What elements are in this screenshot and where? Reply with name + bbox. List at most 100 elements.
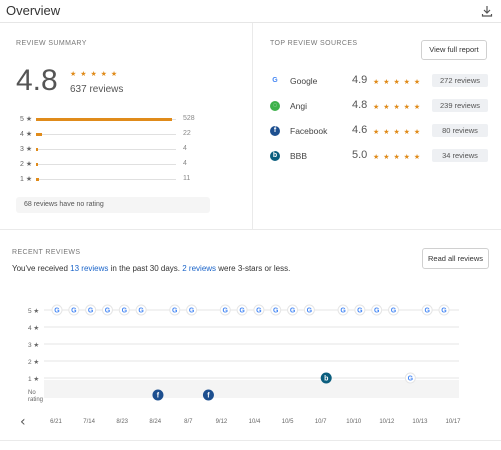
google-review-point[interactable]: G (354, 304, 366, 316)
bbb-review-point[interactable]: b (320, 372, 332, 384)
source-row[interactable]: G Google 4.9 ★ ★ ★ ★ ★ 272 reviews (270, 74, 490, 90)
distribution-track (36, 163, 176, 166)
x-tick-label: 10/13 (412, 419, 428, 425)
source-row[interactable]: f Facebook 4.6 ★ ★ ★ ★ ★ 80 reviews (270, 124, 490, 140)
google-glyph: G (88, 308, 94, 315)
source-review-count[interactable]: 80 reviews (432, 124, 488, 137)
recent-text-part: You've received (12, 264, 71, 273)
google-review-point[interactable]: G (253, 304, 265, 316)
google-review-point[interactable]: G (236, 304, 248, 316)
recent-reviews-label: RECENT REVIEWS (12, 249, 81, 256)
read-all-reviews-button[interactable]: Read all reviews (422, 248, 489, 269)
distribution-row: 4 ★ 22 (20, 130, 200, 140)
source-review-count[interactable]: 239 reviews (432, 99, 488, 112)
google-review-point[interactable]: G (388, 304, 400, 316)
source-stars: ★ ★ ★ ★ ★ (373, 154, 422, 161)
google-glyph: G (273, 308, 279, 315)
source-name: Google (290, 76, 318, 86)
distribution-track (36, 133, 176, 136)
facebook-review-point[interactable]: f (202, 389, 214, 401)
source-row[interactable]: ◌ Angi 4.8 ★ ★ ★ ★ ★ 239 reviews (270, 99, 490, 115)
source-review-count[interactable]: 272 reviews (432, 74, 488, 87)
google-review-point[interactable]: G (68, 304, 80, 316)
y-tick-label: rating (28, 397, 43, 403)
x-tick-label: 10/12 (379, 419, 395, 425)
google-review-point[interactable]: G (169, 304, 181, 316)
google-glyph: G (54, 308, 60, 315)
google-review-point[interactable]: G (219, 304, 231, 316)
source-score: 5.0 (352, 149, 368, 161)
distribution-bar (36, 118, 172, 121)
y-tick-label: 2 ★ (28, 358, 39, 366)
facebook-icon: f (270, 126, 280, 136)
distribution-count: 528 (183, 115, 195, 122)
google-glyph: G (290, 308, 296, 315)
chart-prev-arrow: ‹ (20, 414, 26, 430)
x-tick-label: 7/14 (83, 419, 95, 425)
x-tick-label: 8/24 (149, 419, 161, 425)
distribution-track (36, 178, 176, 181)
distribution-label: 5 ★ (20, 116, 33, 123)
distribution-bar (36, 148, 38, 151)
review-summary-label: REVIEW SUMMARY (16, 40, 87, 47)
google-review-point[interactable]: G (371, 304, 383, 316)
recent-reviews-chart: 5 ★ 4 ★ 3 ★ 2 ★ 1 ★ Norating 6/21 7/14 8/23 8/24 8… (20, 304, 461, 430)
google-review-point[interactable]: G (337, 304, 349, 316)
recent-text-part: in the past 30 days. (108, 264, 183, 273)
google-review-point[interactable]: G (270, 304, 282, 316)
distribution-label: 3 ★ (20, 146, 33, 153)
source-score: 4.9 (352, 74, 368, 86)
angi-icon: ◌ (270, 101, 280, 111)
google-review-point[interactable]: G (118, 304, 130, 316)
facebook-review-point[interactable]: f (152, 389, 164, 401)
distribution-row: 3 ★ 4 (20, 145, 200, 155)
distribution-track (36, 148, 176, 151)
source-row[interactable]: b BBB 5.0 ★ ★ ★ ★ ★ 34 reviews (270, 149, 490, 165)
google-glyph: G (138, 308, 144, 315)
google-review-point[interactable]: G (404, 372, 416, 384)
bottom-divider (0, 440, 501, 441)
y-tick-label: 3 ★ (28, 341, 39, 349)
distribution-label: 4 ★ (20, 131, 33, 138)
download-icon[interactable] (481, 5, 493, 17)
recent-text-part: were 3-stars or less. (216, 264, 291, 273)
low-rating-reviews-link[interactable]: 2 reviews (182, 264, 216, 273)
source-score: 4.6 (352, 124, 368, 136)
y-tick-label: No (28, 390, 36, 396)
google-review-point[interactable]: G (51, 304, 63, 316)
google-glyph: G (223, 308, 229, 315)
top-sources-label: TOP REVIEW SOURCES (270, 40, 358, 47)
source-stars: ★ ★ ★ ★ ★ (373, 79, 422, 86)
google-review-point[interactable]: G (421, 304, 433, 316)
recent-reviews-link[interactable]: 13 reviews (70, 264, 108, 273)
google-review-point[interactable]: G (135, 304, 147, 316)
header-bar: Overview (0, 0, 501, 23)
source-name: Facebook (290, 126, 328, 136)
google-review-point[interactable]: G (438, 304, 450, 316)
google-glyph: G (239, 308, 245, 315)
google-review-point[interactable]: G (186, 304, 198, 316)
google-review-point[interactable]: G (287, 304, 299, 316)
google-review-point[interactable]: G (303, 304, 315, 316)
review-count: 637 reviews (70, 84, 124, 95)
source-stars: ★ ★ ★ ★ ★ (373, 129, 422, 136)
x-tick-label: 10/4 (249, 419, 261, 425)
distribution-count: 4 (183, 160, 187, 167)
google-glyph: G (307, 308, 313, 315)
x-tick-label: 10/10 (346, 419, 362, 425)
page-title: Overview (6, 3, 61, 18)
google-glyph: G (391, 308, 397, 315)
view-full-report-button[interactable]: View full report (421, 40, 487, 60)
distribution-row: 5 ★ 528 (20, 115, 200, 125)
google-review-point[interactable]: G (85, 304, 97, 316)
google-glyph: G (374, 308, 380, 315)
google-glyph: G (172, 308, 178, 315)
google-glyph: G (189, 308, 195, 315)
source-review-count[interactable]: 34 reviews (432, 149, 488, 162)
distribution-label: 2 ★ (20, 161, 33, 168)
y-tick-label: 1 ★ (28, 375, 39, 383)
google-glyph: G (122, 308, 128, 315)
x-tick-label: 9/12 (216, 419, 228, 425)
google-review-point[interactable]: G (101, 304, 113, 316)
google-glyph: G (441, 308, 447, 315)
